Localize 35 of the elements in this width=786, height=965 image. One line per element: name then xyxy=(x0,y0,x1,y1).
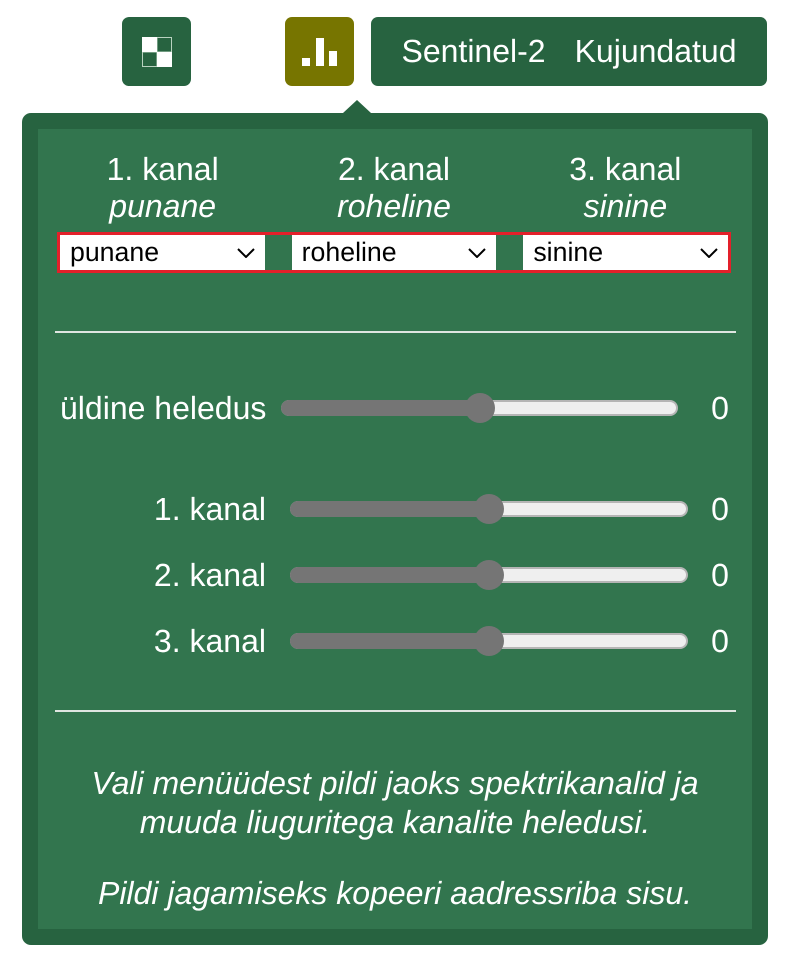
channel-slider[interactable] xyxy=(290,494,688,524)
chevron-down-icon xyxy=(236,248,255,258)
channel-dropdown[interactable]: roheline xyxy=(292,235,496,270)
layer-button[interactable]: Sentinel-2 Kujundatud xyxy=(371,17,767,86)
checkerboard-icon xyxy=(142,36,172,66)
slider-label: 3. kanal xyxy=(152,622,266,660)
channel-heading: 2. kanal xyxy=(338,151,450,188)
channel-slider[interactable] xyxy=(290,560,688,590)
toolbar-button[interactable] xyxy=(285,17,354,86)
channel-color-name: roheline xyxy=(337,188,451,225)
chevron-down-icon xyxy=(468,248,486,258)
slider-thumb[interactable] xyxy=(474,494,504,524)
chevron-down-icon xyxy=(700,248,718,258)
instruction-text: Pildi jagamiseks kopeeri aadressriba sisu. xyxy=(96,874,694,913)
slider-value: 0 xyxy=(710,390,730,426)
slider-value: 0 xyxy=(710,556,730,594)
channel-dropdown[interactable]: sinine xyxy=(523,235,728,270)
channel-color-name: sinine xyxy=(584,188,668,225)
toolbar-button[interactable] xyxy=(122,17,191,86)
slider-thumb[interactable] xyxy=(464,393,494,423)
channel-color-name: punane xyxy=(109,188,216,225)
slider-label: üldine heledus xyxy=(60,390,266,426)
slider-thumb[interactable] xyxy=(474,626,504,656)
slider-value: 0 xyxy=(710,622,730,660)
channel-slider[interactable] xyxy=(290,626,688,656)
slider-value: 0 xyxy=(710,490,730,528)
channel-heading: 1. kanal xyxy=(106,151,219,188)
slider-label: 2. kanal xyxy=(152,556,266,594)
slider-label: 1. kanal xyxy=(152,490,266,528)
channel-heading: 3. kanal xyxy=(569,151,682,188)
instruction-text: Vali menüüdest pildi jaoks spektrikanalid ja muuda liuguritega kanalite heledusi. xyxy=(90,764,700,842)
bar-chart-icon xyxy=(302,38,337,66)
channel-dropdown[interactable]: punane xyxy=(60,235,265,270)
slider-thumb[interactable] xyxy=(474,560,504,590)
brightness-slider[interactable] xyxy=(281,393,678,423)
